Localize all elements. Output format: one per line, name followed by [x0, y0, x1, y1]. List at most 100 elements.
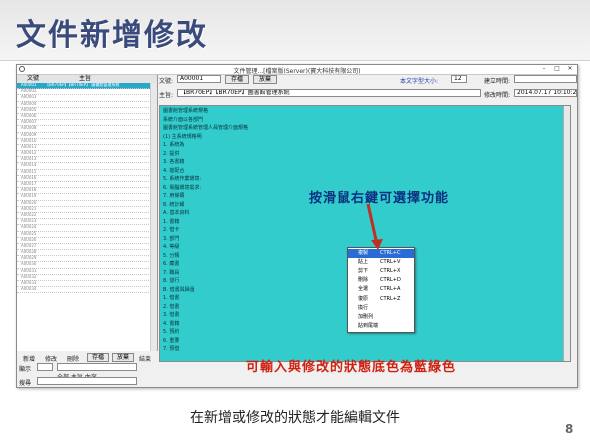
- context-menu-item[interactable]: 複製 CTRL+C: [348, 249, 414, 258]
- save-button-top[interactable]: 存檔: [225, 75, 249, 84]
- editor-line: 6. 電腦環境需求:: [163, 184, 202, 191]
- editor-line: 系統介面以各部門: [163, 116, 204, 123]
- row-id: A00023: [21, 218, 37, 224]
- new-button[interactable]: 新增: [23, 354, 35, 363]
- editor-line: 7. 用條碼: [163, 193, 185, 199]
- edit-button[interactable]: 修改: [45, 354, 57, 363]
- row-title: 【BR70EP】【BR70EP】 圖書館管理系統: [45, 83, 120, 87]
- minimize-button[interactable]: –: [539, 66, 549, 72]
- menu-item-shortcut: CTRL+Z: [380, 295, 401, 302]
- doc-no-label: 文號:: [159, 78, 174, 85]
- maximize-button[interactable]: □: [552, 66, 562, 72]
- modified-field: 2014.07.17 10:10:22: [514, 89, 577, 97]
- row-id: A00006: [21, 112, 37, 118]
- row-id: A00005: [21, 106, 37, 112]
- row-id: A00022: [21, 211, 37, 217]
- row-id: A00019: [21, 193, 37, 199]
- row-id: A00029: [21, 255, 37, 261]
- row-id: A00034: [21, 286, 37, 292]
- menu-item-label: 貼上: [358, 259, 369, 266]
- column-header-title[interactable]: 主旨: [79, 75, 91, 83]
- editor-line: 3. 借書: [163, 312, 180, 318]
- column-header-id[interactable]: 文號: [27, 75, 39, 83]
- window-titlebar: 文件管理...[檔案版(Server)(寶大科技有限公司) – □ ✕: [17, 65, 577, 75]
- find-label: 搜尋: [19, 380, 32, 387]
- context-menu-item[interactable]: 貼到尾端: [348, 322, 414, 331]
- row-id: A00033: [21, 280, 37, 285]
- row-id: A00021: [21, 205, 37, 211]
- font-size-select[interactable]: 12: [451, 75, 467, 83]
- editor-line: 8. 發行: [163, 278, 180, 284]
- row-id: A00030: [21, 261, 37, 267]
- editor-line: 6. 藏書: [163, 261, 180, 267]
- close-button[interactable]: ✕: [565, 66, 575, 72]
- editor-line: 1. 書籍: [163, 218, 180, 225]
- display-field[interactable]: [37, 363, 53, 371]
- row-id: A00016: [21, 174, 37, 180]
- doc-no-field[interactable]: A00001: [177, 75, 221, 83]
- window-title: 文件管理...[檔案版(Server)(寶大科技有限公司): [233, 68, 361, 75]
- menu-item-label: 復原: [358, 295, 369, 302]
- row-id: A00027: [21, 242, 37, 248]
- context-menu-item[interactable]: 刪除 CTRL+D: [348, 276, 414, 285]
- row-id: A00028: [21, 249, 37, 255]
- cancel-button[interactable]: 放棄: [112, 353, 134, 362]
- annotation-edit-color: 可輸入與修改的狀態底色為藍綠色: [246, 360, 457, 375]
- menu-item-label: 全選: [358, 286, 369, 293]
- cancel-button-top[interactable]: 放棄: [253, 75, 277, 84]
- row-id: A00007: [21, 119, 37, 125]
- row-id: A00026: [21, 236, 37, 242]
- display-note-field: [57, 363, 137, 371]
- row-id: A00024: [21, 224, 37, 230]
- list-scrollbar[interactable]: [150, 83, 157, 351]
- annotation-right-click: 按滑鼠右鍵可選擇功能: [309, 191, 450, 206]
- menu-item-shortcut: CTRL+A: [380, 286, 401, 293]
- editor-line: 5. 分類: [163, 252, 180, 259]
- row-id: A00015: [21, 168, 37, 174]
- menu-item-shortcut: CTRL+C: [380, 250, 401, 256]
- editor-scrollbar[interactable]: [563, 106, 570, 361]
- slide-caption: 在新增或修改的狀態才能編輯文件: [190, 410, 400, 426]
- page-number: 8: [565, 422, 574, 436]
- menu-item-label: 刪除: [358, 277, 369, 284]
- context-menu-item[interactable]: 全選 CTRL+A: [348, 285, 414, 294]
- search-input[interactable]: [37, 377, 137, 385]
- editor-line: 5. 系統作業環境:: [163, 176, 202, 182]
- created-field: [514, 75, 577, 83]
- row-id: A00002: [21, 88, 37, 94]
- save-button[interactable]: 存檔: [87, 353, 109, 362]
- slide-title: 文件新增修改: [16, 18, 208, 53]
- editor-line: 2. 借卡: [163, 227, 180, 233]
- menu-item-label: 加刪列: [358, 313, 374, 320]
- created-label: 建立時間:: [484, 78, 511, 85]
- menu-item-shortcut: CTRL+X: [380, 268, 401, 275]
- delete-button[interactable]: 刪除: [67, 354, 79, 363]
- menu-item-shortcut: CTRL+V: [380, 259, 401, 266]
- menu-item-label: 換行: [358, 304, 369, 311]
- exit-button[interactable]: 結束: [139, 354, 151, 363]
- font-size-label: 本文字型大小:: [400, 78, 439, 85]
- document-list: 文號 主旨 A00001 【BR70EP】【BR70EP】 圖書館管理系統 A000…: [17, 75, 158, 351]
- row-id: A00003: [21, 94, 37, 100]
- editor-line: 2. 提供: [163, 150, 180, 157]
- subject-field[interactable]: 【BR70EP】【BR70EP】圖書館管理系統: [177, 89, 481, 97]
- context-menu-item[interactable]: 剪下 CTRL+X: [348, 267, 414, 276]
- menu-item-shortcut: CTRL+D: [380, 277, 401, 284]
- context-menu-item[interactable]: 加刪列: [348, 313, 414, 322]
- menu-item-label: 貼到尾端: [358, 322, 379, 329]
- editor-line: 3. 各書籍: [163, 159, 185, 165]
- slide-title-bar: 文件新增修改: [0, 0, 590, 61]
- table-row[interactable]: A00034: [17, 286, 151, 294]
- editor-line: 8. 統計報: [163, 201, 185, 208]
- app-window: 文件管理...[檔案版(Server)(寶大科技有限公司) – □ ✕ 文號 主…: [16, 64, 578, 388]
- editor-line: A. 基本資料: [163, 210, 190, 216]
- row-id: A00014: [21, 162, 37, 168]
- editor-line: 5. 預約: [163, 329, 180, 335]
- row-id: A00011: [21, 143, 37, 149]
- row-id: A00020: [21, 199, 37, 205]
- row-id: A00032: [21, 273, 37, 279]
- context-menu-item[interactable]: 復原 CTRL+Z: [348, 295, 414, 304]
- row-id: A00025: [21, 230, 37, 236]
- context-menu-item[interactable]: 換行: [348, 304, 414, 313]
- context-menu-item[interactable]: 貼上 CTRL+V: [348, 258, 414, 267]
